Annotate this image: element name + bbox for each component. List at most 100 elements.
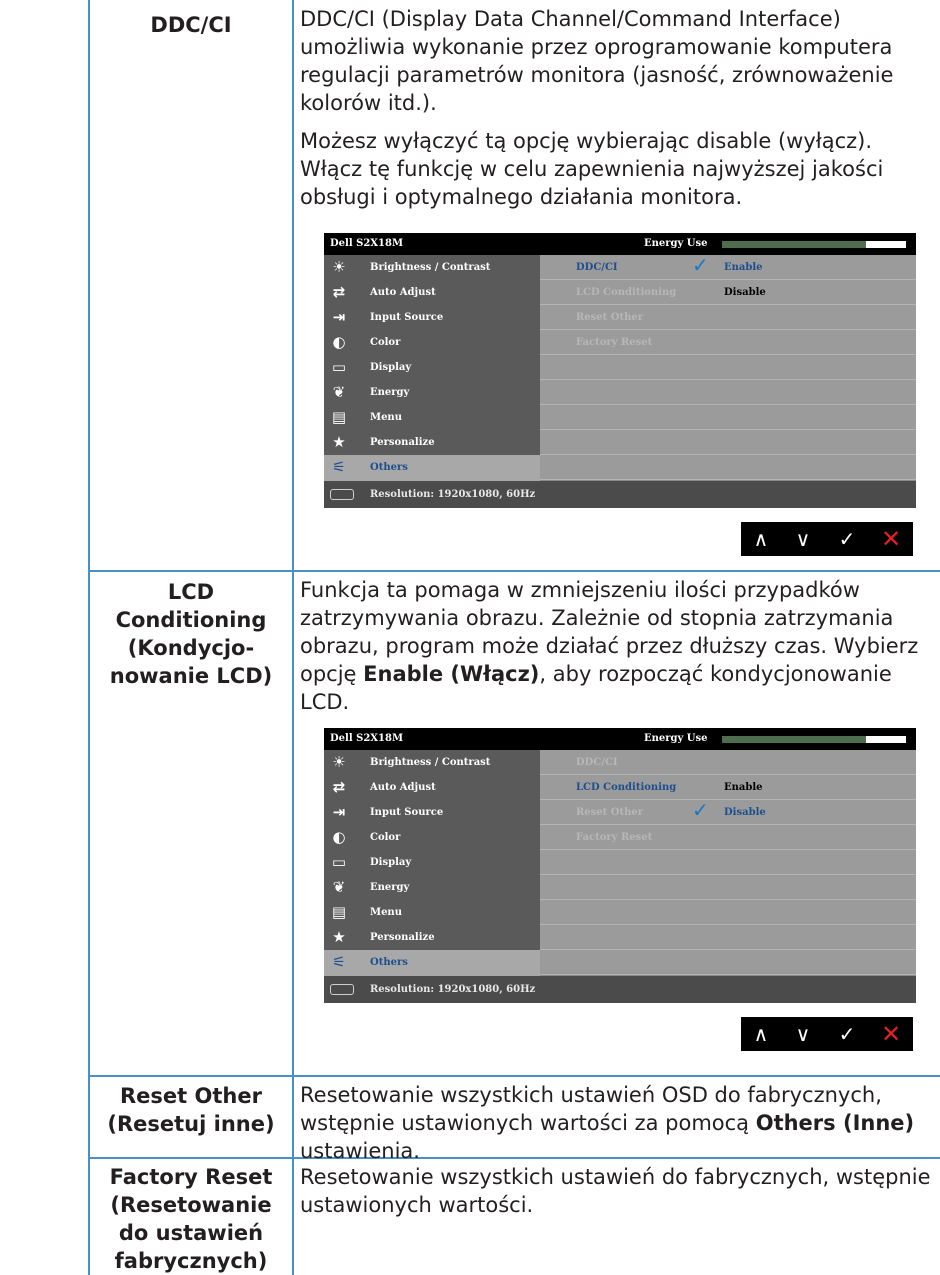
submenu-row-empty: [540, 430, 916, 455]
label-line: do ustawień: [118, 1221, 264, 1245]
auto-adjust-icon: ⇄: [332, 778, 346, 796]
factory-reset-paragraph: Resetowanie wszystkich ustawień do fabry…: [300, 1165, 931, 1217]
input-source-icon: ⇥: [332, 308, 346, 326]
osd-item-label: Others: [370, 462, 408, 473]
label-line: Factory Reset: [109, 1165, 273, 1189]
osd-title: Dell S2X18M: [330, 733, 404, 744]
submenu-row-empty: [540, 950, 916, 975]
option-disable[interactable]: Disable: [724, 287, 766, 298]
row-description-lcd-conditioning: Funkcja ta pomaga w zmniejszeniu ilości …: [300, 576, 932, 726]
check-icon: ✓: [692, 798, 709, 822]
osd-item-label: Auto Adjust: [370, 782, 436, 793]
up-arrow-icon[interactable]: ∧: [741, 1019, 781, 1049]
submenu-row-lcd-conditioning[interactable]: LCD Conditioning Disable: [540, 280, 916, 305]
submenu-row-empty: [540, 405, 916, 430]
submenu-row-empty: [540, 355, 916, 380]
submenu-row-empty: [540, 850, 916, 875]
reset-other-paragraph: Resetowanie wszystkich ustawień OSD do f…: [300, 1081, 932, 1165]
label-line: nowanie LCD): [109, 664, 273, 688]
energy-icon: ❦: [332, 383, 346, 401]
submenu-row-ddcci[interactable]: DDC/CI: [540, 750, 916, 775]
label-line: (Resetuj inne): [107, 1112, 275, 1136]
submenu-factory-reset: Factory Reset: [576, 832, 653, 843]
submenu-row-ddcci[interactable]: DDC/CI ✓ Enable: [540, 253, 916, 280]
input-source-icon: ⇥: [332, 803, 346, 821]
osd-screenshot-ddcci: Dell S2X18M Energy Use ☀ Brightness / Con…: [324, 233, 916, 508]
ddcci-paragraph-1: DDC/CI (Display Data Channel/Command Int…: [300, 7, 894, 115]
submenu-row-empty: [540, 900, 916, 925]
brightness-icon: ☀: [332, 258, 346, 276]
osd-item-personalize[interactable]: ★ Personalize: [324, 925, 540, 950]
osd-item-menu[interactable]: ▤ Menu: [324, 900, 540, 925]
ddcci-paragraph-2: Możesz wyłączyć tą opcję wybierając disa…: [300, 129, 884, 209]
option-enable[interactable]: Enable: [724, 782, 763, 793]
close-icon[interactable]: ✕: [871, 524, 911, 554]
osd-item-input-source[interactable]: ⇥ Input Source: [324, 800, 540, 825]
color-icon: ◐: [332, 828, 346, 846]
osd-item-label: Personalize: [370, 437, 435, 448]
row-label-ddcci: DDC/CI: [150, 13, 232, 37]
osd-item-input-source[interactable]: ⇥ Input Source: [324, 305, 540, 330]
menu-icon: ▤: [331, 408, 347, 426]
personalize-icon: ★: [332, 433, 346, 451]
osd-item-color[interactable]: ◐ Color: [324, 330, 540, 355]
check-icon[interactable]: ✓: [827, 1019, 867, 1049]
osd-item-auto-adjust[interactable]: ⇄ Auto Adjust: [324, 775, 540, 800]
osd-submenu: DDC/CI LCD Conditioning Enable Reset Othe…: [540, 750, 916, 976]
osd-item-label: Menu: [370, 412, 402, 423]
submenu-ddcci: DDC/CI: [576, 757, 618, 768]
submenu-row-lcd-conditioning[interactable]: LCD Conditioning Enable: [540, 775, 916, 800]
osd-item-menu[interactable]: ▤ Menu: [324, 405, 540, 430]
display-icon: ▭: [331, 853, 347, 871]
osd-item-color[interactable]: ◐ Color: [324, 825, 540, 850]
submenu-lcd-conditioning: LCD Conditioning: [576, 287, 677, 298]
osd-item-auto-adjust[interactable]: ⇄ Auto Adjust: [324, 280, 540, 305]
display-icon: ▭: [331, 358, 347, 376]
others-icon: ⚟: [332, 458, 346, 476]
brightness-icon: ☀: [332, 753, 346, 771]
submenu-row-factory-reset[interactable]: Factory Reset: [540, 825, 916, 850]
energy-use-label: Energy Use: [644, 238, 708, 249]
osd-item-brightness[interactable]: ☀ Brightness / Contrast: [324, 750, 540, 775]
osd-header: Dell S2X18M Energy Use: [324, 233, 916, 255]
close-icon[interactable]: ✕: [871, 1019, 911, 1049]
osd-item-label: Auto Adjust: [370, 287, 436, 298]
personalize-icon: ★: [332, 928, 346, 946]
label-line: Reset Other: [120, 1084, 262, 1108]
energy-use-bar: [722, 241, 906, 248]
energy-use-bar: [722, 736, 906, 743]
osd-item-display[interactable]: ▭ Display: [324, 850, 540, 875]
osd-item-others[interactable]: ⚟ Others: [324, 950, 540, 976]
energy-use-label: Energy Use: [644, 733, 708, 744]
table-column-divider: [292, 0, 294, 1275]
down-arrow-icon[interactable]: ∨: [783, 1019, 823, 1049]
osd-item-label: Brightness / Contrast: [370, 757, 491, 768]
option-enable[interactable]: Enable: [724, 262, 763, 273]
auto-adjust-icon: ⇄: [332, 283, 346, 301]
text-part: ustawienia.: [300, 1139, 420, 1163]
resolution-text: Resolution: 1920x1080, 60Hz: [370, 489, 536, 500]
submenu-row-empty: [540, 380, 916, 405]
row-divider-1: [88, 570, 940, 572]
osd-item-label: Others: [370, 957, 408, 968]
energy-icon: ❦: [332, 878, 346, 896]
osd-item-display[interactable]: ▭ Display: [324, 355, 540, 380]
text-bold: Enable (Włącz): [363, 662, 540, 686]
osd-item-energy[interactable]: ❦ Energy: [324, 380, 540, 405]
submenu-row-empty: [540, 875, 916, 900]
submenu-row-reset-other[interactable]: Reset Other ✓ Disable: [540, 798, 916, 825]
up-arrow-icon[interactable]: ∧: [741, 524, 781, 554]
down-arrow-icon[interactable]: ∨: [783, 524, 823, 554]
submenu-row-reset-other[interactable]: Reset Other: [540, 305, 916, 330]
row-description-reset-other: Resetowanie wszystkich ustawień OSD do f…: [300, 1081, 932, 1175]
osd-item-label: Color: [370, 832, 401, 843]
osd-item-energy[interactable]: ❦ Energy: [324, 875, 540, 900]
osd-item-brightness[interactable]: ☀ Brightness / Contrast: [324, 255, 540, 280]
submenu-row-factory-reset[interactable]: Factory Reset: [540, 330, 916, 355]
osd-footer: Resolution: 1920x1080, 60Hz: [324, 976, 916, 1003]
option-disable[interactable]: Disable: [724, 807, 766, 818]
check-icon[interactable]: ✓: [827, 524, 867, 554]
osd-item-personalize[interactable]: ★ Personalize: [324, 430, 540, 455]
osd-item-others[interactable]: ⚟ Others: [324, 455, 540, 481]
osd-item-label: Energy: [370, 882, 410, 893]
